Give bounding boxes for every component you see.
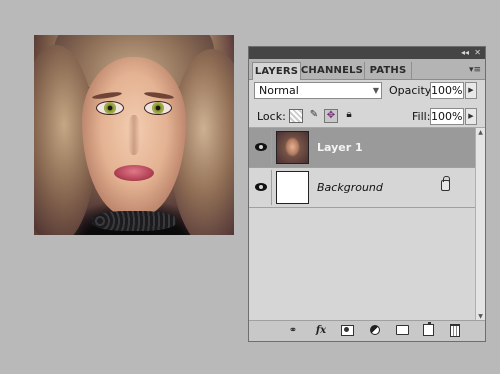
lock-position-icon[interactable]: ✥ xyxy=(324,109,338,123)
right-iris xyxy=(152,102,164,114)
double-chevron-right-icon[interactable]: ◂◂ xyxy=(461,48,469,58)
visibility-toggle[interactable] xyxy=(251,170,272,205)
layers-scrollbar[interactable]: ▲ ▼ xyxy=(475,128,485,321)
layer-thumbnail xyxy=(276,171,309,204)
fill-slider-arrow-icon[interactable]: ▶ xyxy=(465,108,477,125)
lock-transparent-pixels-icon[interactable] xyxy=(289,109,303,123)
right-eye xyxy=(144,101,172,115)
fx-icon[interactable]: fx xyxy=(313,324,329,338)
tab-layers[interactable]: LAYERS xyxy=(252,62,301,80)
fill-input[interactable]: 100% xyxy=(430,108,464,125)
layers-bottom-toolbar: ⚭ fx xyxy=(249,320,485,341)
lock-label: Lock: xyxy=(257,110,286,123)
opacity-label: Opacity: xyxy=(389,84,435,97)
left-eye xyxy=(96,101,124,115)
panel-tabbar: LAYERS CHANNELS PATHS ▾≡ xyxy=(249,59,485,80)
layer-name[interactable]: Background xyxy=(317,181,383,194)
panel-titlebar[interactable]: ◂◂ ✕ xyxy=(249,47,485,59)
visibility-toggle[interactable] xyxy=(251,130,272,165)
scroll-down-arrow-icon[interactable]: ▼ xyxy=(476,313,485,320)
lock-image-pixels-icon[interactable]: ✎ xyxy=(307,109,321,123)
layers-list: Layer 1 Background xyxy=(249,128,476,321)
layer-row-background[interactable]: Background xyxy=(249,168,476,208)
chevron-down-icon: ▼ xyxy=(372,86,379,95)
tab-channels[interactable]: CHANNELS xyxy=(300,62,365,79)
link-layers-icon[interactable]: ⚭ xyxy=(285,324,301,338)
eye-icon xyxy=(255,143,267,151)
layer-name[interactable]: Layer 1 xyxy=(317,141,363,154)
close-icon[interactable]: ✕ xyxy=(474,48,481,58)
opacity-input[interactable]: 100% xyxy=(430,82,464,99)
panel-menu-icon[interactable]: ▾≡ xyxy=(469,65,481,75)
blend-mode-value: Normal xyxy=(259,84,299,97)
layer-thumbnail xyxy=(276,131,309,164)
lock-icon xyxy=(441,176,450,191)
document-canvas-portrait[interactable] xyxy=(34,35,234,235)
blend-mode-select[interactable]: Normal ▼ xyxy=(254,82,382,99)
new-layer-icon[interactable] xyxy=(421,322,435,338)
opacity-slider-arrow-icon[interactable]: ▶ xyxy=(465,82,477,99)
new-group-icon[interactable] xyxy=(395,324,409,338)
layer-row-layer-1[interactable]: Layer 1 xyxy=(249,128,476,168)
layers-panel: ◂◂ ✕ LAYERS CHANNELS PATHS ▾≡ Normal ▼ O… xyxy=(248,46,486,342)
nose xyxy=(128,115,140,155)
adjustment-layer-icon[interactable] xyxy=(367,324,383,338)
add-mask-icon[interactable] xyxy=(340,324,354,338)
eye-icon xyxy=(255,183,267,191)
scroll-up-arrow-icon[interactable]: ▲ xyxy=(476,129,485,136)
tab-paths[interactable]: PATHS xyxy=(365,62,412,79)
lock-all-icon[interactable]: 🔒︎ xyxy=(342,109,356,123)
fill-label: Fill: xyxy=(412,110,431,123)
necklace xyxy=(92,211,176,231)
left-iris xyxy=(104,102,116,114)
delete-icon[interactable] xyxy=(448,324,462,338)
lips xyxy=(114,165,154,181)
